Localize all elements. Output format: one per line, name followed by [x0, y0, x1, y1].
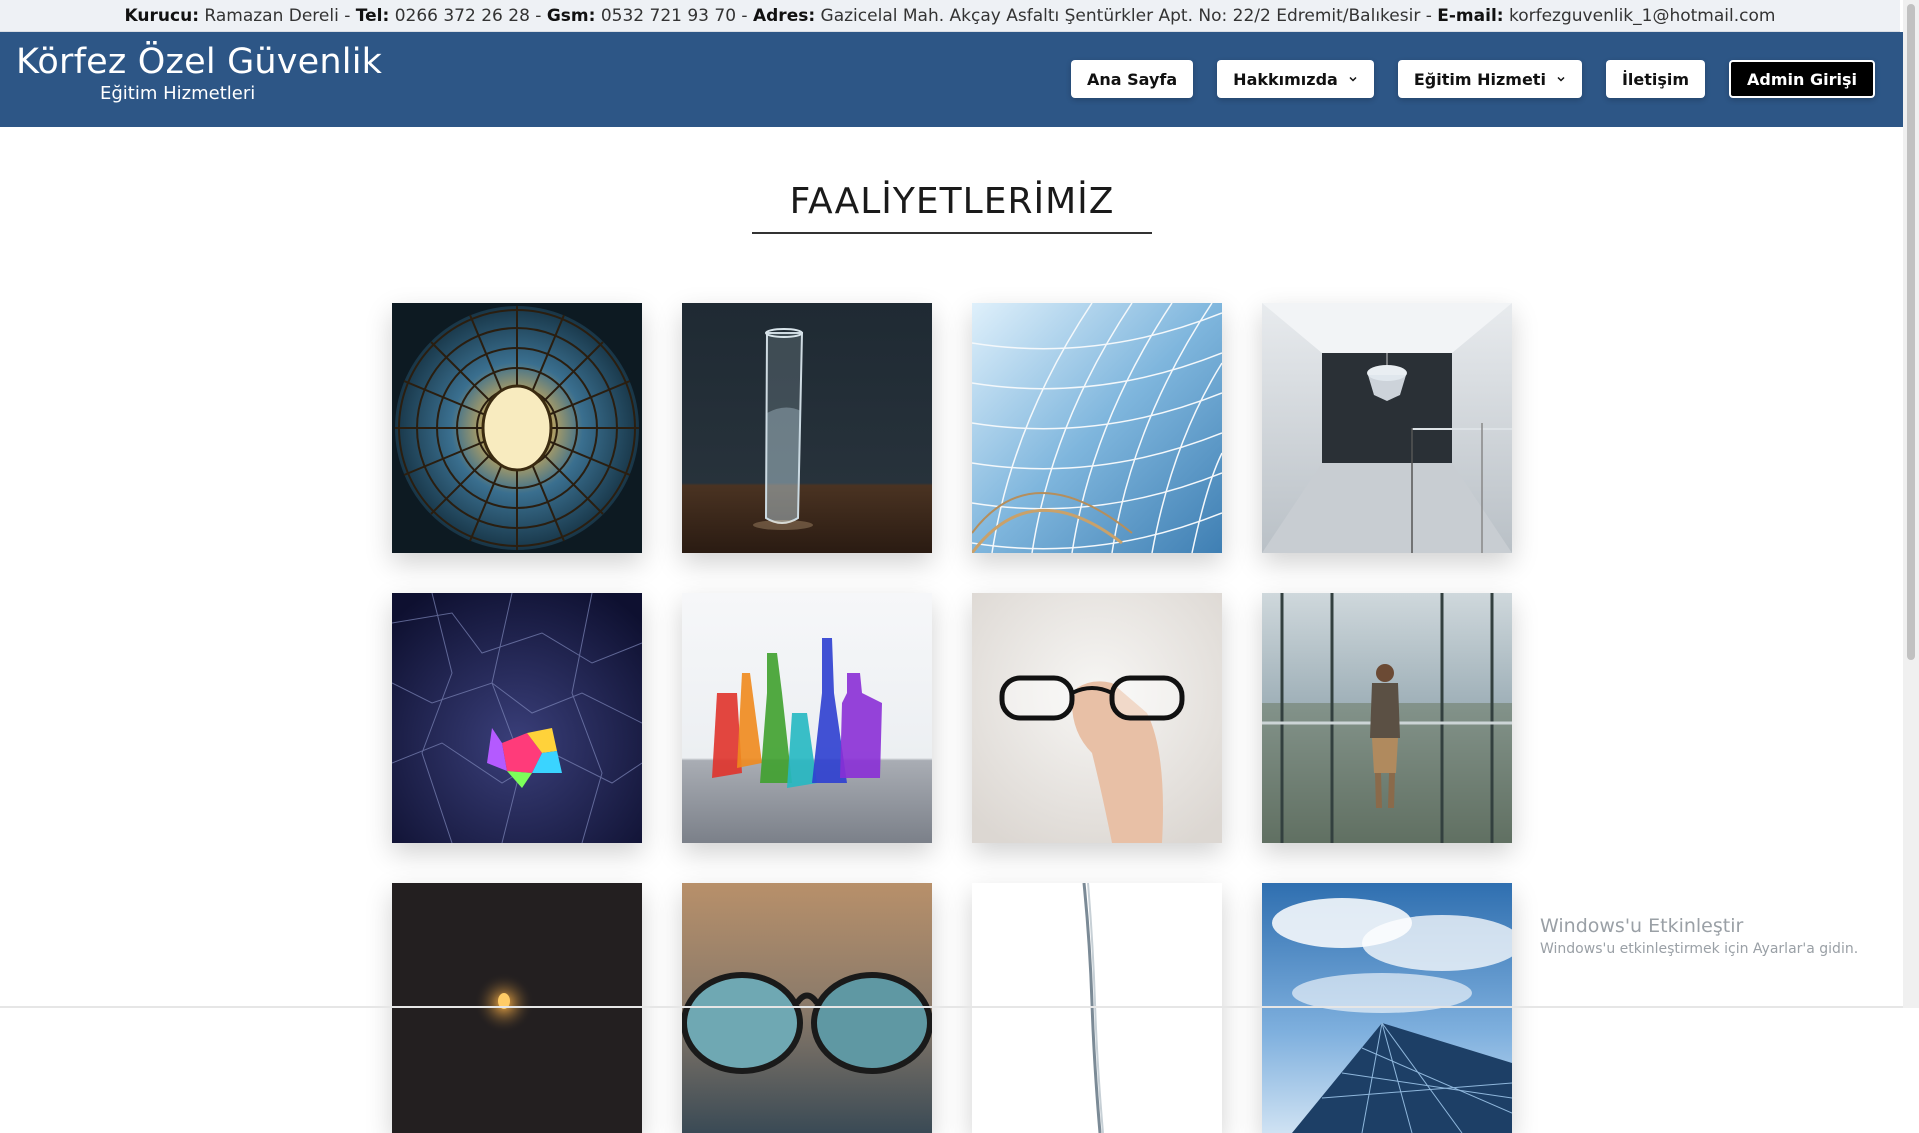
gallery-item[interactable]	[972, 303, 1222, 553]
dark-lamp-image	[392, 883, 642, 1133]
brand-logo[interactable]: Körfez Özel Güvenlik Eğitim Hizmetleri	[16, 42, 382, 104]
skyscraper-view-image	[1262, 593, 1512, 843]
email-label: E-mail:	[1437, 5, 1504, 26]
email-address[interactable]: korfezguvenlik_1@hotmail.com	[1509, 6, 1775, 26]
glass-roof-image	[972, 303, 1222, 553]
nav-training-dropdown[interactable]: Eğitim Hizmeti	[1397, 60, 1582, 98]
mosaic-glass-image	[392, 593, 642, 843]
title-underline	[752, 232, 1152, 234]
gallery-item[interactable]	[1262, 593, 1512, 843]
gallery-item[interactable]	[682, 883, 932, 1133]
tel-label: Tel:	[355, 5, 390, 26]
gallery-item[interactable]	[682, 593, 932, 843]
scrollbar-thumb[interactable]	[1907, 4, 1915, 660]
section-heading: FAALİYETLERİMİZ	[752, 180, 1152, 234]
nav-home-label: Ana Sayfa	[1087, 69, 1178, 89]
gallery-item[interactable]	[392, 883, 642, 1133]
brand-title: Körfez Özel Güvenlik	[16, 42, 383, 82]
gsm-number: 0532 721 93 70	[600, 5, 737, 26]
chandelier-room-image	[1262, 303, 1512, 553]
page-scrollbar[interactable]	[1903, 0, 1919, 1008]
gallery-item[interactable]	[1262, 303, 1512, 553]
chevron-down-icon	[1557, 76, 1565, 82]
nav-home-button[interactable]: Ana Sayfa	[1071, 60, 1194, 98]
gsm-label: Gsm:	[546, 5, 596, 26]
water-stream-image	[972, 883, 1222, 1133]
gallery-item[interactable]	[392, 303, 642, 553]
watermark-subtitle: Windows'u etkinleştirmek için Ayarlar'a …	[1540, 941, 1859, 957]
section-title: FAALİYETLERİMİZ	[789, 181, 1115, 222]
chevron-down-icon	[1349, 76, 1357, 82]
brand-subtitle: Eğitim Hizmetleri	[100, 83, 256, 104]
nav-about-label: Hakkımızda	[1233, 69, 1338, 89]
founder-label: Kurucu:	[124, 5, 199, 26]
address-text: Gazicelal Mah. Akçay Asfaltı Şentürkler …	[820, 5, 1421, 26]
site-header: Körfez Özel Güvenlik Eğitim Hizmetleri A…	[0, 32, 1903, 127]
stained-glass-dome-image	[392, 303, 642, 553]
nav-contact-label: İletişim	[1621, 69, 1690, 89]
colored-bottles-image	[682, 593, 932, 843]
contact-info-bar: Kurucu: Ramazan Dereli - Tel: 0266 372 2…	[0, 0, 1900, 32]
gallery-item[interactable]	[392, 593, 642, 843]
gallery-item[interactable]	[1262, 883, 1512, 1133]
gallery-item[interactable]	[972, 593, 1222, 843]
glass-building-sky-image	[1262, 883, 1512, 1133]
main-nav: Ana Sayfa Hakkımızda Eğitim Hizmeti İlet…	[1071, 60, 1875, 98]
founder-name: Ramazan Dereli	[204, 5, 339, 26]
tel-number: 0266 372 26 28	[394, 5, 530, 26]
windows-activation-watermark: Windows'u Etkinleştir Windows'u etkinleş…	[1540, 915, 1858, 957]
activities-gallery	[392, 303, 1512, 1133]
sunglasses-image	[682, 883, 932, 1133]
admin-login-button[interactable]: Admin Girişi	[1729, 60, 1875, 98]
watermark-title: Windows'u Etkinleştir	[1540, 915, 1744, 937]
address-label: Adres:	[752, 5, 816, 26]
eyeglasses-hand-image	[972, 593, 1222, 843]
water-glass-image	[682, 303, 932, 553]
nav-training-label: Eğitim Hizmeti	[1413, 69, 1546, 89]
admin-login-label: Admin Girişi	[1747, 69, 1857, 89]
gallery-item[interactable]	[682, 303, 932, 553]
nav-about-dropdown[interactable]: Hakkımızda	[1217, 60, 1374, 98]
nav-contact-button[interactable]: İletişim	[1605, 60, 1706, 98]
gallery-item[interactable]	[972, 883, 1222, 1133]
